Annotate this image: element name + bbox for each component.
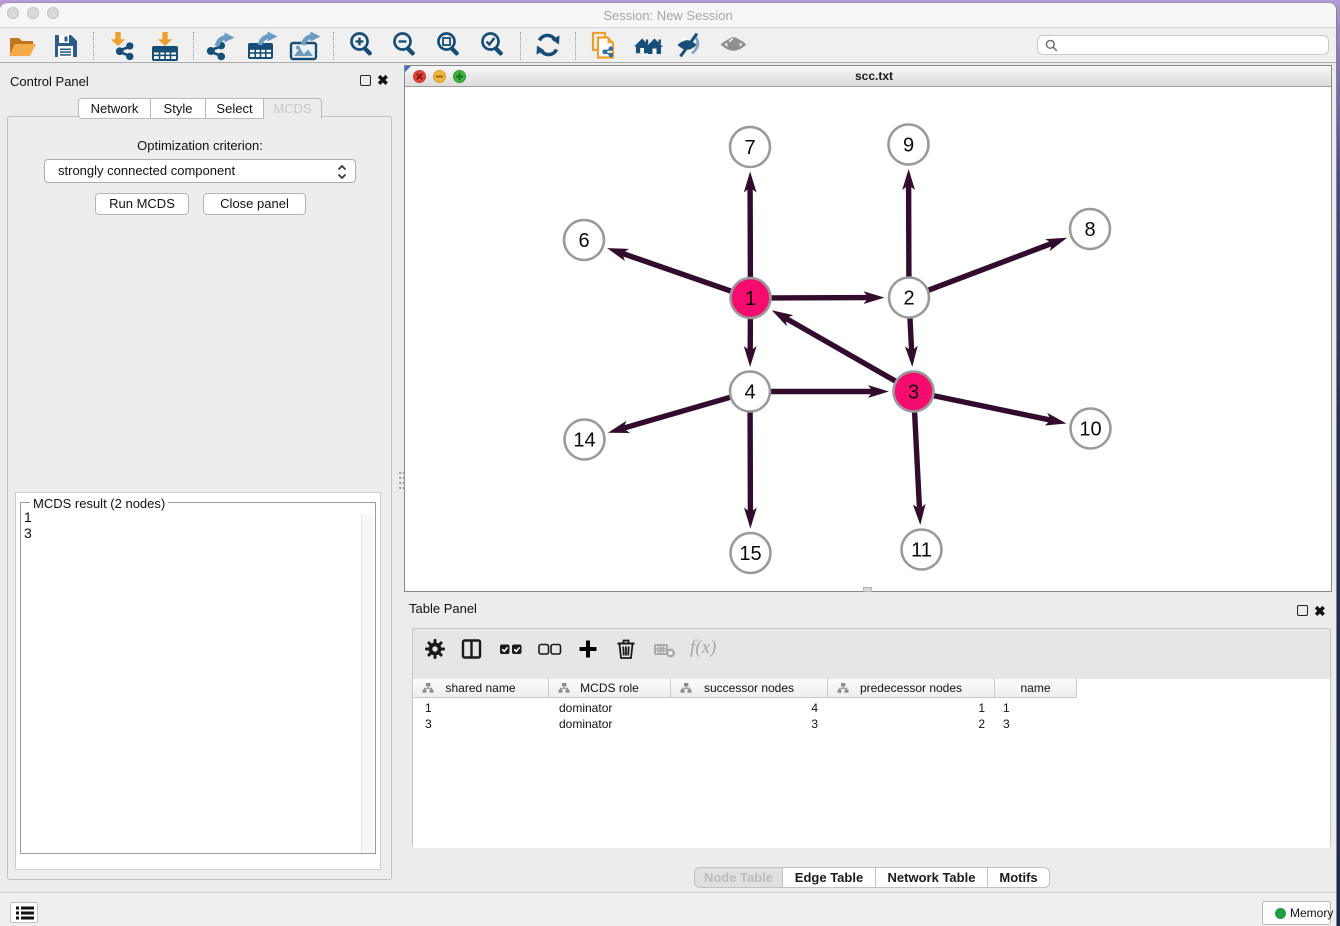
svg-text:8: 8 <box>1084 219 1095 241</box>
svg-text:3: 3 <box>908 382 919 404</box>
svg-text:11: 11 <box>911 540 932 562</box>
svg-text:1: 1 <box>745 288 756 310</box>
svg-text:15: 15 <box>739 543 761 565</box>
svg-text:14: 14 <box>573 430 595 452</box>
svg-text:10: 10 <box>1079 419 1101 441</box>
svg-text:2: 2 <box>903 288 914 310</box>
svg-text:7: 7 <box>744 137 755 159</box>
svg-text:6: 6 <box>578 230 589 252</box>
svg-text:4: 4 <box>744 382 755 404</box>
svg-text:9: 9 <box>903 135 914 157</box>
